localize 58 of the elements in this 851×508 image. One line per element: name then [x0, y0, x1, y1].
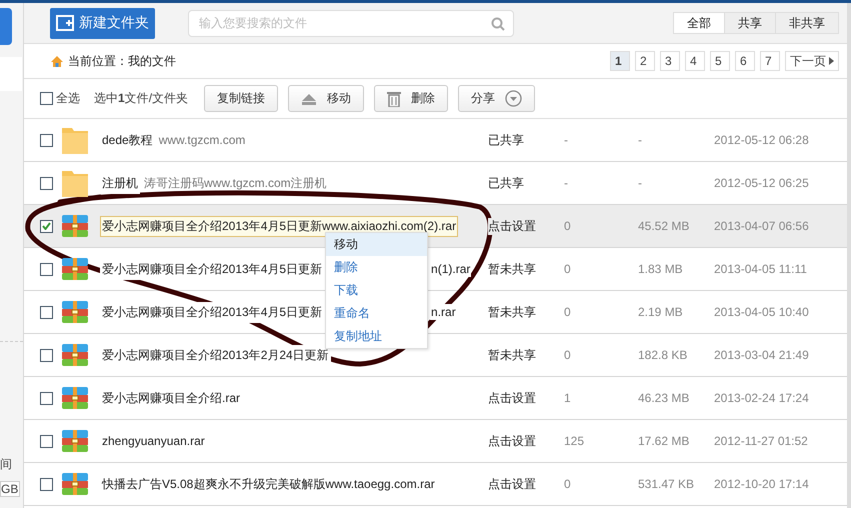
page-button[interactable]: 3 — [660, 51, 680, 71]
row-checkbox[interactable] — [40, 306, 53, 318]
triangle-icon — [829, 57, 834, 65]
page-button[interactable]: 2 — [635, 51, 655, 71]
page-button[interactable]: 6 — [735, 51, 755, 71]
menu-item[interactable]: 删除 — [326, 256, 427, 279]
file-name-tail: n(1).rar — [430, 261, 472, 277]
select-all-label: 全选 — [56, 90, 80, 107]
row-checkbox[interactable] — [40, 134, 53, 146]
home-icon — [50, 54, 64, 68]
archive-icon — [61, 429, 89, 453]
archive-icon — [61, 300, 89, 324]
file-note: www.tgzcm.com — [158, 133, 246, 147]
filter-tab[interactable]: 非共享 — [775, 13, 838, 33]
row-checkbox[interactable] — [40, 220, 53, 232]
action-button[interactable]: 分享 — [458, 85, 536, 112]
trash-icon — [387, 90, 402, 106]
row-checkbox[interactable] — [40, 434, 53, 448]
page-button[interactable]: 1 — [610, 51, 630, 71]
menu-item[interactable]: 移动 — [326, 233, 427, 256]
menu-item[interactable]: 复制地址 — [326, 325, 427, 348]
folder-icon — [61, 168, 89, 198]
caret-icon — [505, 90, 522, 107]
folder-plus-icon — [56, 15, 74, 31]
archive-icon — [61, 214, 89, 238]
file-name-tail: n.rar — [430, 304, 457, 320]
archive-icon — [61, 343, 89, 367]
file-name[interactable]: 爱小志网赚项目全介绍2013年4月5日更新www.aixiaozhi.com(2).rar — [100, 216, 458, 236]
select-all-checkbox[interactable] — [40, 92, 53, 105]
row-checkbox[interactable] — [40, 262, 53, 276]
archive-icon — [61, 257, 89, 281]
eject-icon — [301, 92, 318, 104]
filter-tab[interactable]: 全部 — [674, 13, 724, 33]
row-checkbox[interactable] — [40, 176, 53, 190]
page-button[interactable]: 4 — [685, 51, 705, 71]
search-field[interactable]: 输入您要搜索的文件 — [188, 10, 514, 36]
menu-item[interactable]: 下载 — [326, 279, 427, 302]
archive-icon — [61, 386, 89, 410]
action-button[interactable]: 移动 — [288, 85, 364, 112]
page-button[interactable]: 7 — [760, 51, 780, 71]
page-button[interactable]: 5 — [710, 51, 730, 71]
menu-item[interactable]: 重命名 — [326, 302, 427, 325]
next-page-button[interactable]: 下一页 — [785, 51, 839, 71]
action-button[interactable]: 删除 — [374, 85, 448, 112]
selection-info: 选中1文件/文件夹 — [94, 90, 188, 107]
action-button[interactable]: 复制链接 — [204, 85, 278, 112]
row-checkbox[interactable] — [40, 348, 53, 362]
new-folder-button[interactable]: 新建文件夹 — [50, 8, 155, 38]
breadcrumb: 当前位置：我的文件 — [68, 52, 176, 70]
row-checkbox[interactable] — [40, 392, 53, 404]
row-checkbox[interactable] — [40, 478, 53, 490]
folder-icon — [61, 125, 89, 155]
file-note: 涛哥注册码www.tgzcm.com注册机 — [144, 174, 327, 192]
storage-label: 间 — [0, 456, 13, 473]
storage-value: GB — [0, 481, 20, 497]
archive-icon — [61, 472, 89, 496]
filter-tab[interactable]: 共享 — [724, 13, 775, 33]
file-name[interactable]: 爱小志网赚项目全介绍2013年4月5日更新 — [100, 302, 324, 322]
